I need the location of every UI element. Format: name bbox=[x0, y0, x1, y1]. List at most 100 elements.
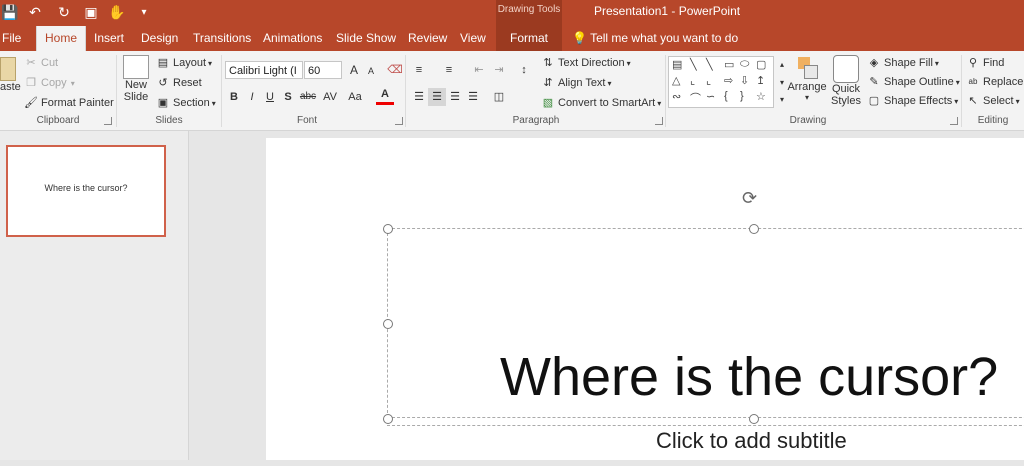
resize-handle[interactable] bbox=[749, 414, 759, 424]
convert-smartart-button[interactable]: ▧ Convert to SmartArt ▾ bbox=[541, 96, 661, 110]
freeform-shape-icon[interactable]: ↥ bbox=[756, 74, 765, 87]
grow-font-button[interactable]: A bbox=[345, 61, 363, 79]
find-button[interactable]: ⚲ Find bbox=[966, 56, 1004, 70]
bold-button[interactable]: B bbox=[225, 88, 243, 106]
resize-handle[interactable] bbox=[383, 414, 393, 424]
clipboard-launcher-icon[interactable] bbox=[104, 117, 112, 125]
star-shape-icon[interactable]: ☆ bbox=[756, 90, 766, 103]
rotate-handle-icon[interactable]: ⟳ bbox=[742, 188, 757, 209]
line-spacing-icon[interactable]: ↕ bbox=[515, 61, 533, 79]
align-text-icon: ⇵ bbox=[543, 77, 553, 89]
underline-button[interactable]: U bbox=[261, 88, 279, 106]
resize-handle[interactable] bbox=[383, 224, 393, 234]
change-case-button[interactable]: Aa bbox=[345, 88, 365, 106]
text-direction-button[interactable]: ⇅ Text Direction ▾ bbox=[541, 56, 630, 70]
touch-icon[interactable]: ✋ bbox=[108, 3, 126, 21]
resize-handle[interactable] bbox=[383, 319, 393, 329]
slide-title[interactable]: Where is the cursor? bbox=[500, 346, 998, 408]
text-shadow-button[interactable]: S bbox=[279, 88, 297, 106]
search-icon: ⚲ bbox=[968, 57, 978, 69]
character-spacing-button[interactable]: AV bbox=[320, 88, 340, 106]
new-slide-button[interactable]: New Slide bbox=[121, 55, 151, 103]
resize-handle[interactable] bbox=[749, 224, 759, 234]
tab-transitions[interactable]: Transitions bbox=[185, 26, 259, 51]
paragraph-launcher-icon[interactable] bbox=[655, 117, 663, 125]
justify-icon[interactable]: ☰ bbox=[464, 88, 482, 106]
tab-review[interactable]: Review bbox=[400, 26, 455, 51]
arrange-button[interactable]: Arrange ▾ bbox=[787, 55, 827, 102]
shapes-gallery[interactable]: ▤ ╲ ╲ ▭ ⬭ ▢ △ ⌞ ⌞ ⇨ ⇩ ↥ ∾ ⌒ ∽ { } ☆ bbox=[668, 56, 774, 108]
save-icon[interactable]: 💾 bbox=[1, 3, 18, 21]
tab-view[interactable]: View bbox=[452, 26, 494, 51]
arc-shape-icon[interactable]: ⌒ bbox=[690, 90, 701, 106]
bullets-icon[interactable]: ≡ bbox=[410, 61, 428, 79]
slide-subtitle-prompt[interactable]: Click to add subtitle bbox=[656, 428, 847, 454]
left-brace-shape-icon[interactable]: { bbox=[724, 90, 728, 102]
line-shape-icon[interactable]: ╲ bbox=[690, 58, 697, 71]
rounded-rect-shape-icon[interactable]: ▢ bbox=[756, 58, 766, 71]
font-size-combo[interactable]: 60 bbox=[304, 61, 342, 79]
customize-qat-icon[interactable]: ▾ bbox=[138, 3, 150, 21]
select-button[interactable]: ↖ Select ▾ bbox=[966, 94, 1020, 108]
presenter-icon[interactable]: ▣ bbox=[82, 3, 100, 21]
layout-icon: ▤ bbox=[157, 57, 169, 69]
shape-outline-button[interactable]: ✎ Shape Outline ▾ bbox=[867, 75, 959, 89]
clear-formatting-icon[interactable]: ⌫ bbox=[386, 61, 404, 79]
copy-button[interactable]: ❐ Copy ▾ bbox=[24, 76, 75, 90]
replace-button[interactable]: ab Replace bbox=[966, 75, 1024, 89]
oval-shape-icon[interactable]: ⬭ bbox=[740, 58, 749, 71]
copy-label: Copy bbox=[41, 77, 67, 89]
rectangle-shape-icon[interactable]: ▭ bbox=[724, 58, 734, 71]
increase-indent-icon[interactable]: ⇥ bbox=[490, 61, 508, 79]
reset-button[interactable]: ↺ Reset bbox=[156, 76, 201, 90]
align-right-icon[interactable]: ☰ bbox=[446, 88, 464, 106]
columns-icon[interactable]: ◫ bbox=[490, 88, 508, 106]
down-arrow-shape-icon[interactable]: ⇩ bbox=[740, 74, 749, 87]
font-name-combo[interactable]: Calibri Light (I bbox=[225, 61, 303, 79]
elbow-connector-icon[interactable]: ⌞ bbox=[706, 74, 711, 87]
tell-me-search[interactable]: 💡 Tell me what you want to do bbox=[572, 26, 738, 51]
numbering-icon[interactable]: ≡ bbox=[440, 61, 458, 79]
curve-shape-icon[interactable]: ∽ bbox=[706, 90, 715, 103]
font-launcher-icon[interactable] bbox=[395, 117, 403, 125]
right-brace-shape-icon[interactable]: } bbox=[740, 90, 744, 102]
drawing-launcher-icon[interactable] bbox=[950, 117, 958, 125]
shrink-font-button[interactable]: A bbox=[362, 62, 380, 80]
font-color-button[interactable]: A bbox=[376, 87, 394, 105]
tab-home[interactable]: Home bbox=[36, 26, 87, 51]
format-painter-button[interactable]: 🖌 Format Painter bbox=[24, 96, 114, 110]
slide-thumbnail[interactable]: Where is the cursor? bbox=[6, 145, 166, 237]
chevron-down-icon: ▾ bbox=[208, 58, 213, 68]
decrease-indent-icon[interactable]: ⇤ bbox=[470, 61, 488, 79]
paste-button[interactable]: aste bbox=[0, 57, 21, 93]
align-text-button[interactable]: ⇵ Align Text ▾ bbox=[541, 76, 611, 90]
tab-format[interactable]: Format bbox=[496, 26, 562, 51]
shape-effects-button[interactable]: ▢ Shape Effects ▾ bbox=[867, 94, 959, 108]
slide-canvas[interactable]: ⟳ Where is the cursor? Click to add subt… bbox=[266, 138, 1024, 460]
align-left-icon[interactable]: ☰ bbox=[410, 88, 428, 106]
tab-insert[interactable]: Insert bbox=[86, 26, 132, 51]
tab-design[interactable]: Design bbox=[133, 26, 186, 51]
shape-fill-button[interactable]: ◈ Shape Fill ▾ bbox=[867, 56, 939, 70]
tab-animations[interactable]: Animations bbox=[255, 26, 330, 51]
document-title: Presentation1 - PowerPoint bbox=[594, 4, 741, 18]
italic-button[interactable]: I bbox=[243, 88, 261, 106]
quick-styles-button[interactable]: Quick Styles bbox=[828, 55, 864, 107]
tab-slide-show[interactable]: Slide Show bbox=[328, 26, 404, 51]
redo-icon[interactable]: ↻ bbox=[56, 3, 72, 21]
chevron-down-icon: ▾ bbox=[1015, 96, 1020, 106]
layout-button[interactable]: ▤ Layout ▾ bbox=[156, 56, 212, 70]
triangle-shape-icon[interactable]: △ bbox=[672, 74, 680, 87]
elbow-connector-icon[interactable]: ⌞ bbox=[690, 74, 695, 87]
strikethrough-button[interactable]: abc bbox=[298, 88, 318, 106]
section-icon: ▣ bbox=[157, 97, 169, 109]
tab-file[interactable]: File bbox=[0, 26, 29, 51]
line-shape-icon[interactable]: ╲ bbox=[706, 58, 713, 71]
align-center-icon[interactable]: ☰ bbox=[428, 88, 446, 106]
cut-button[interactable]: ✂ Cut bbox=[24, 56, 58, 70]
curve-shape-icon[interactable]: ∾ bbox=[672, 90, 681, 103]
undo-icon[interactable]: ↶ bbox=[26, 3, 44, 21]
right-arrow-shape-icon[interactable]: ⇨ bbox=[724, 74, 733, 87]
textbox-shape-icon[interactable]: ▤ bbox=[672, 58, 682, 71]
section-button[interactable]: ▣ Section ▾ bbox=[156, 96, 216, 110]
